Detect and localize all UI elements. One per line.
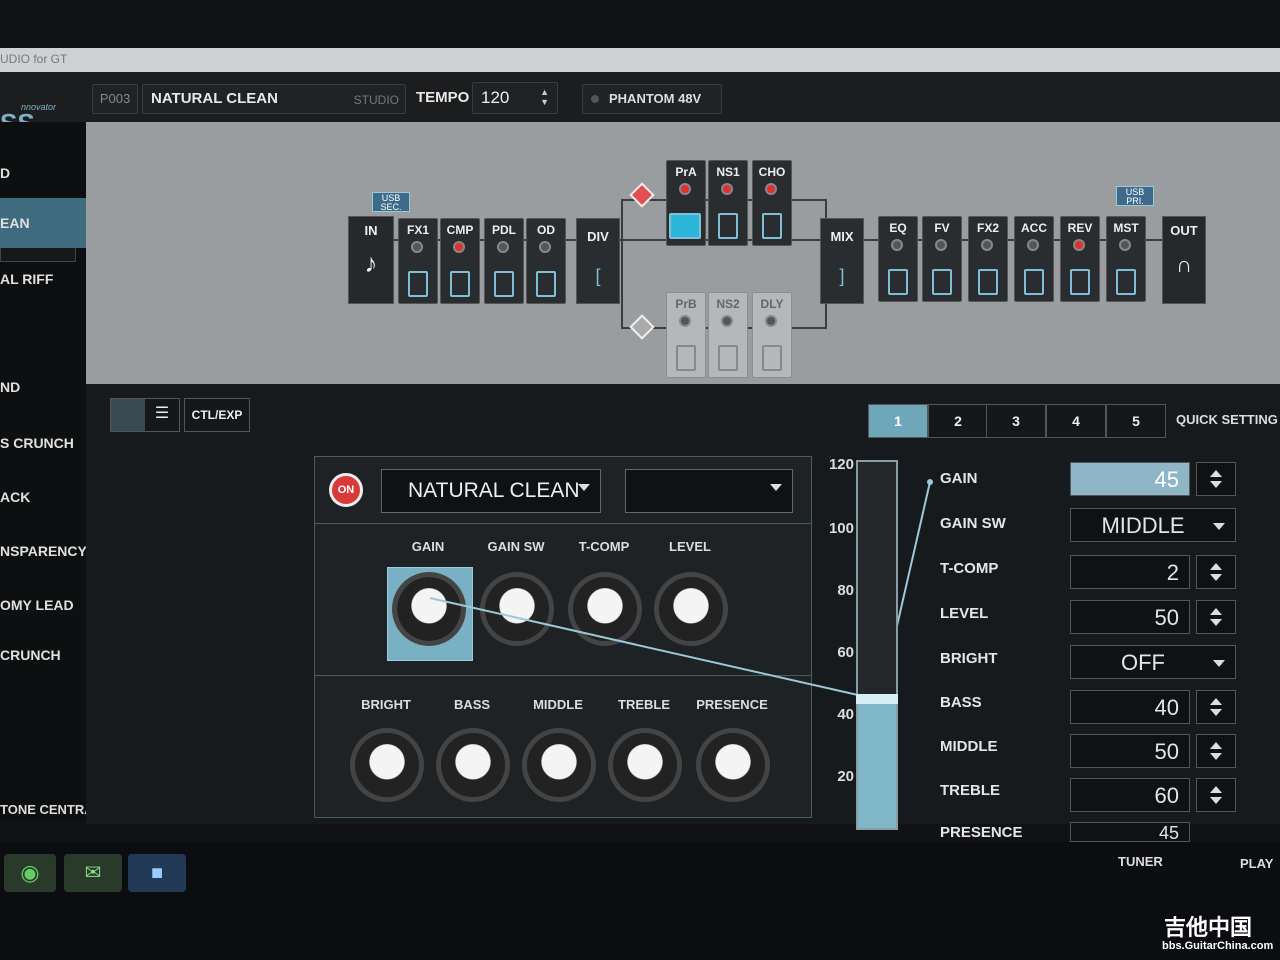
param-bass-label: BASS [940,694,982,711]
meter-tick-label: 100 [828,520,854,537]
param-gainsw-dropdown[interactable]: MIDDLE [1070,508,1236,542]
param-treble-field[interactable]: 60 [1070,778,1190,812]
param-bright-label: BRIGHT [940,650,998,667]
browser-taskbar-icon[interactable]: ◉ [4,854,56,892]
param-middle-label: MIDDLE [940,738,998,755]
param-level-stepper[interactable] [1196,600,1236,634]
quick-setting-tab[interactable]: 1 [868,404,928,438]
level-meter [856,460,898,830]
app-taskbar-icon[interactable]: ■ [128,854,186,892]
param-treble-stepper[interactable] [1196,778,1236,812]
param-tcomp-stepper[interactable] [1196,555,1236,589]
meter-tick-label: 20 [837,768,854,785]
meter-tick-label: 120 [828,456,854,473]
tuner-button[interactable]: TUNER [1118,854,1163,869]
param-tcomp-label: T-COMP [940,560,999,577]
param-gain-stepper[interactable] [1196,462,1236,496]
meter-tick-label: 60 [837,644,854,661]
param-treble-label: TREBLE [940,782,1000,799]
quick-setting-tab[interactable]: 3 [986,404,1046,438]
meter-tick-label: 40 [837,706,854,723]
param-bright-dropdown[interactable]: OFF [1070,645,1236,679]
param-tcomp-field[interactable]: 2 [1070,555,1190,589]
param-gainsw-label: GAIN SW [940,515,1006,532]
param-level-label: LEVEL [940,605,989,622]
param-bass-stepper[interactable] [1196,690,1236,724]
play-button[interactable]: PLAY [1240,856,1273,871]
chat-taskbar-icon[interactable]: ✉ [64,854,122,892]
quick-setting-tab[interactable]: 2 [928,404,988,438]
watermark-logo: 吉他中国 bbs.GuitarChina.com [1130,908,1276,958]
bottom-controls: TUNER PLAY [1082,842,1280,872]
taskbar: ◉ ✉ ■ TUNER PLAY 吉他中国 bbs.GuitarChina.co… [0,842,1280,960]
watermark-cn: 吉他中国 [1164,915,1253,940]
quick-setting-tab[interactable]: 4 [1046,404,1106,438]
param-presence-label: PRESENCE [940,824,1023,841]
param-presence-field[interactable]: 45 [1070,822,1190,842]
param-bass-field[interactable]: 40 [1070,690,1190,724]
meter-fill [858,700,896,828]
quick-setting-tab[interactable]: 5 [1106,404,1166,438]
param-middle-field[interactable]: 50 [1070,734,1190,768]
param-gain-field[interactable]: 45 [1070,462,1190,496]
meter-handle[interactable] [856,694,898,704]
param-level-field[interactable]: 50 [1070,600,1190,634]
param-gain-label: GAIN [940,470,978,487]
watermark-url: bbs.GuitarChina.com [1162,940,1274,952]
meter-tick-label: 80 [837,582,854,599]
param-middle-stepper[interactable] [1196,734,1236,768]
